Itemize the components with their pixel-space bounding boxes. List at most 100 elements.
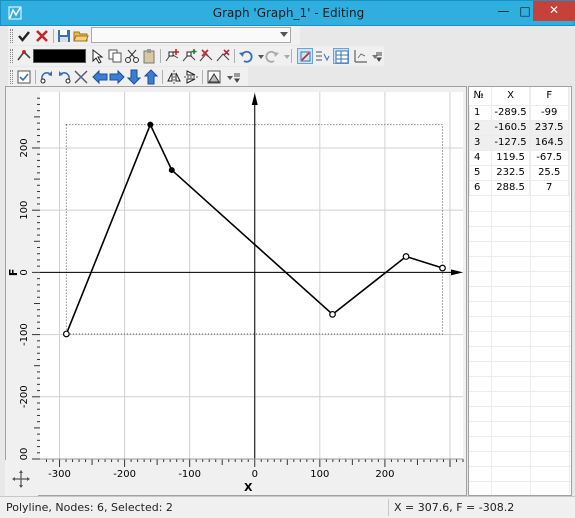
- fill-dropdown-icon[interactable]: [222, 69, 233, 85]
- graph-canvas[interactable]: -300 -200 -100 0 100 2002001000-100-200-300XF: [6, 87, 466, 495]
- y-tick-label: -100: [19, 323, 30, 346]
- data-node[interactable]: [62, 330, 70, 338]
- checkbox-icon[interactable]: [16, 69, 32, 85]
- rotate-cw-icon[interactable]: [39, 69, 55, 85]
- undo-dropdown-icon[interactable]: [253, 48, 264, 64]
- cell-f[interactable]: -67.5: [529, 149, 569, 166]
- remove-node-icon[interactable]: [198, 48, 214, 64]
- data-node[interactable]: [147, 121, 154, 128]
- toolbar-overflow-icon[interactable]: [234, 73, 240, 83]
- x-tick-label: -100: [178, 469, 201, 480]
- toolbar-separator: [291, 49, 292, 63]
- close-button[interactable]: ✕: [533, 1, 575, 21]
- cell-x[interactable]: 288.5: [490, 179, 531, 196]
- data-node[interactable]: [329, 310, 336, 318]
- arrow-right-icon[interactable]: [109, 69, 125, 85]
- axes-icon[interactable]: [352, 48, 368, 64]
- table-row[interactable]: 6 288.5 7: [469, 179, 569, 196]
- cell-number[interactable]: 2: [469, 119, 492, 136]
- toolbar-overflow-icon[interactable]: [376, 52, 382, 62]
- points-table: № X F 1 -289.5 -99 2 -160.5 237.5 3 -127.5 164.5…: [469, 87, 569, 196]
- arrow-left-icon[interactable]: [92, 69, 108, 85]
- add-node-icon[interactable]: [164, 48, 180, 64]
- toolbar-grip[interactable]: [10, 70, 13, 84]
- clear-icon[interactable]: [215, 48, 231, 64]
- status-cursor-coordinates: X = 307.6, F = -308.2: [394, 501, 515, 514]
- fill-icon[interactable]: [206, 69, 222, 85]
- mirror-v-icon[interactable]: [183, 69, 199, 85]
- grid-snap-icon[interactable]: [314, 48, 330, 64]
- maximize-button[interactable]: □: [517, 2, 533, 22]
- mirror-h-icon[interactable]: [166, 69, 182, 85]
- arrow-down-icon[interactable]: [126, 69, 142, 85]
- cell-f[interactable]: 237.5: [529, 119, 569, 136]
- cell-x[interactable]: -160.5: [490, 119, 531, 136]
- cell-number[interactable]: 6: [469, 179, 492, 196]
- table-icon[interactable]: [333, 48, 349, 64]
- cell-f[interactable]: 25.5: [529, 164, 569, 181]
- y-tick-label: 200: [19, 138, 30, 157]
- x-tick-label: -200: [113, 469, 136, 480]
- arrow-up-icon[interactable]: [143, 69, 159, 85]
- cell-x[interactable]: -289.5: [490, 104, 531, 121]
- table-row[interactable]: 3 -127.5 164.5: [469, 134, 569, 151]
- paste-icon[interactable]: [141, 48, 157, 64]
- move-icon[interactable]: [5, 460, 38, 496]
- snap-icon[interactable]: [297, 48, 313, 64]
- cut-icon[interactable]: [124, 48, 140, 64]
- y-tick-label: 100: [19, 201, 30, 220]
- graph-corner: [5, 460, 38, 496]
- toolbar-separator: [35, 70, 36, 84]
- table-row[interactable]: 2 -160.5 237.5: [469, 119, 569, 136]
- x-tick-label: -300: [48, 469, 71, 480]
- points-table-panel: № X F 1 -289.5 -99 2 -160.5 237.5 3 -127.5 164.5…: [468, 86, 572, 496]
- cell-f[interactable]: -99: [529, 104, 569, 121]
- x-tick-label: 0: [252, 469, 258, 480]
- toolbar-separator: [234, 49, 235, 63]
- cell-f[interactable]: 7: [529, 179, 569, 196]
- cell-number[interactable]: 1: [469, 104, 492, 121]
- toolbar-row-3: [8, 67, 248, 87]
- redo-dropdown-icon[interactable]: [279, 48, 290, 64]
- toolbar-separator: [162, 70, 163, 84]
- data-node[interactable]: [402, 253, 410, 260]
- cell-x[interactable]: 232.5: [490, 164, 531, 181]
- x-tick-label: 200: [375, 469, 394, 480]
- header-number: №: [469, 87, 492, 105]
- graph-panel: -300 -200 -100 0 100 200 200 100 0 -100 -200 -300 X F: [5, 86, 467, 496]
- window-title: Graph 'Graph_1' - Editing: [212, 6, 365, 20]
- color-swatch[interactable]: [33, 49, 86, 63]
- cell-number[interactable]: 5: [469, 164, 492, 181]
- cell-number[interactable]: 4: [469, 149, 492, 166]
- y-axis-label: F: [7, 269, 20, 277]
- status-divider: [388, 499, 389, 516]
- data-node[interactable]: [168, 167, 175, 174]
- undo-icon[interactable]: [238, 48, 254, 64]
- table-row[interactable]: 5 232.5 25.5: [469, 164, 569, 181]
- scale-icon[interactable]: [73, 69, 89, 85]
- toolbar-grip[interactable]: [10, 49, 13, 63]
- y-tick-label: 0: [19, 269, 30, 275]
- style-combo[interactable]: [91, 27, 291, 43]
- copy-icon[interactable]: [107, 48, 123, 64]
- minimize-button[interactable]: —: [490, 2, 517, 22]
- table-row[interactable]: 1 -289.5 -99: [469, 104, 569, 121]
- axes-dropdown-icon[interactable]: [367, 48, 378, 64]
- chevron-down-icon: [280, 32, 288, 37]
- insert-node-icon[interactable]: [181, 48, 197, 64]
- select-icon[interactable]: [90, 48, 106, 64]
- cell-x[interactable]: -127.5: [490, 134, 531, 151]
- title-bar: Graph 'Graph_1' - Editing — □ ✕: [0, 0, 575, 26]
- header-f: F: [529, 87, 569, 105]
- cell-number[interactable]: 3: [469, 134, 492, 151]
- table-row[interactable]: 4 119.5 -67.5: [469, 149, 569, 166]
- rotate-ccw-icon[interactable]: [56, 69, 72, 85]
- status-object-info: Polyline, Nodes: 6, Selected: 2: [6, 501, 173, 514]
- x-axis-label: X: [244, 481, 253, 494]
- data-node[interactable]: [439, 264, 446, 272]
- line-style-icon[interactable]: [16, 48, 32, 64]
- y-tick-label: -200: [19, 385, 30, 408]
- cell-x[interactable]: 119.5: [490, 149, 531, 166]
- cell-f[interactable]: 164.5: [529, 134, 569, 151]
- redo-icon[interactable]: [264, 48, 280, 64]
